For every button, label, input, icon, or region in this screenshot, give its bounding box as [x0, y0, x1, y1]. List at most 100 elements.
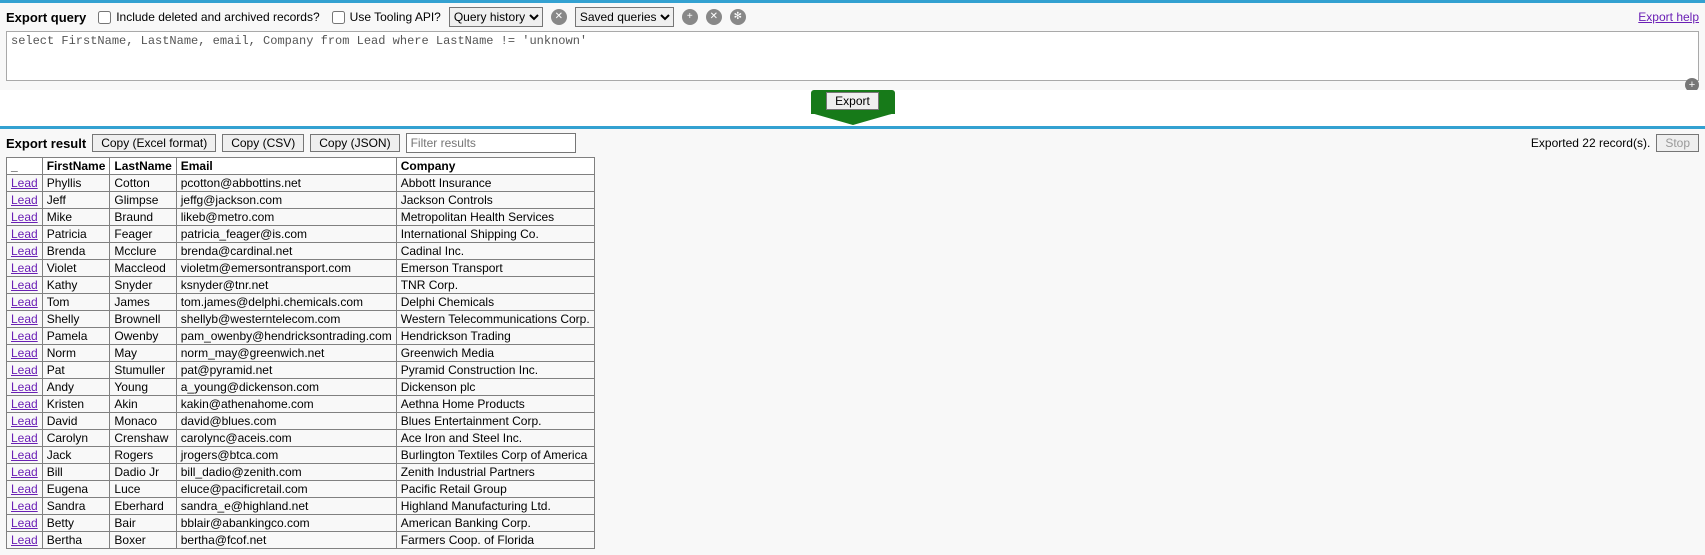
lead-link[interactable]: Lead: [11, 363, 38, 377]
include-deleted-wrap[interactable]: Include deleted and archived records?: [94, 8, 319, 27]
table-cell: Kathy: [42, 277, 110, 294]
table-cell: brenda@cardinal.net: [176, 243, 396, 260]
table-cell: Boxer: [110, 532, 176, 549]
table-row: LeadPatStumullerpat@pyramid.netPyramid C…: [7, 362, 595, 379]
export-button[interactable]: Export: [826, 92, 879, 110]
lead-link[interactable]: Lead: [11, 380, 38, 394]
lead-link[interactable]: Lead: [11, 414, 38, 428]
row-link-cell: Lead: [7, 464, 43, 481]
add-saved-icon[interactable]: +: [682, 9, 698, 25]
row-link-cell: Lead: [7, 243, 43, 260]
export-help-link[interactable]: Export help: [1638, 10, 1699, 24]
table-cell: bertha@fcof.net: [176, 532, 396, 549]
row-link-cell: Lead: [7, 430, 43, 447]
copy-json-button[interactable]: Copy (JSON): [310, 134, 399, 152]
table-header-row: _FirstNameLastNameEmailCompany: [7, 158, 595, 175]
lead-link[interactable]: Lead: [11, 261, 38, 275]
table-cell: norm_may@greenwich.net: [176, 345, 396, 362]
table-cell: david@blues.com: [176, 413, 396, 430]
lead-link[interactable]: Lead: [11, 329, 38, 343]
table-row: LeadAndyYounga_young@dickenson.comDicken…: [7, 379, 595, 396]
row-link-cell: Lead: [7, 447, 43, 464]
table-cell: Young: [110, 379, 176, 396]
clear-history-icon[interactable]: ✕: [551, 9, 567, 25]
use-tooling-wrap[interactable]: Use Tooling API?: [328, 8, 441, 27]
lead-link[interactable]: Lead: [11, 431, 38, 445]
table-row: LeadShellyBrownellshellyb@westerntelecom…: [7, 311, 595, 328]
lead-link[interactable]: Lead: [11, 482, 38, 496]
table-row: LeadDavidMonacodavid@blues.comBlues Ente…: [7, 413, 595, 430]
row-link-cell: Lead: [7, 362, 43, 379]
row-link-cell: Lead: [7, 311, 43, 328]
table-cell: tom.james@delphi.chemicals.com: [176, 294, 396, 311]
copy-excel-button[interactable]: Copy (Excel format): [92, 134, 216, 152]
table-row: LeadSandraEberhardsandra_e@highland.netH…: [7, 498, 595, 515]
lead-link[interactable]: Lead: [11, 227, 38, 241]
table-row: LeadBillDadio Jrbill_dadio@zenith.comZen…: [7, 464, 595, 481]
query-textarea[interactable]: [6, 31, 1699, 81]
lead-link[interactable]: Lead: [11, 210, 38, 224]
table-cell: Mike: [42, 209, 110, 226]
table-cell: Feager: [110, 226, 176, 243]
table-cell: Rogers: [110, 447, 176, 464]
table-cell: Luce: [110, 481, 176, 498]
table-cell: patricia_feager@is.com: [176, 226, 396, 243]
table-row: LeadPamelaOwenbypam_owenby@hendricksontr…: [7, 328, 595, 345]
table-cell: Emerson Transport: [396, 260, 594, 277]
table-cell: Tom: [42, 294, 110, 311]
settings-saved-icon[interactable]: ✻: [730, 9, 746, 25]
table-cell: Eugena: [42, 481, 110, 498]
table-cell: shellyb@westerntelecom.com: [176, 311, 396, 328]
row-link-cell: Lead: [7, 532, 43, 549]
lead-link[interactable]: Lead: [11, 397, 38, 411]
table-cell: American Banking Corp.: [396, 515, 594, 532]
table-cell: Aethna Home Products: [396, 396, 594, 413]
lead-link[interactable]: Lead: [11, 244, 38, 258]
stop-button[interactable]: Stop: [1656, 134, 1699, 152]
table-header-cell: _: [7, 158, 43, 175]
table-cell: David: [42, 413, 110, 430]
table-cell: Greenwich Media: [396, 345, 594, 362]
table-cell: Jack: [42, 447, 110, 464]
table-cell: Metropolitan Health Services: [396, 209, 594, 226]
table-cell: kakin@athenahome.com: [176, 396, 396, 413]
table-cell: a_young@dickenson.com: [176, 379, 396, 396]
table-cell: Kristen: [42, 396, 110, 413]
lead-link[interactable]: Lead: [11, 193, 38, 207]
table-cell: sandra_e@highland.net: [176, 498, 396, 515]
query-history-select[interactable]: Query history: [449, 7, 543, 27]
results-table: _FirstNameLastNameEmailCompany LeadPhyll…: [6, 157, 595, 549]
table-cell: Cadinal Inc.: [396, 243, 594, 260]
lead-link[interactable]: Lead: [11, 533, 38, 547]
table-cell: Brownell: [110, 311, 176, 328]
filter-results-input[interactable]: [406, 133, 576, 153]
table-header-cell: LastName: [110, 158, 176, 175]
table-cell: Highland Manufacturing Ltd.: [396, 498, 594, 515]
lead-link[interactable]: Lead: [11, 346, 38, 360]
row-link-cell: Lead: [7, 396, 43, 413]
lead-link[interactable]: Lead: [11, 312, 38, 326]
lead-link[interactable]: Lead: [11, 499, 38, 513]
export-result-header: Export result Copy (Excel format) Copy (…: [6, 131, 1699, 157]
table-cell: Owenby: [110, 328, 176, 345]
table-cell: pcotton@abbottins.net: [176, 175, 396, 192]
lead-link[interactable]: Lead: [11, 465, 38, 479]
table-cell: likeb@metro.com: [176, 209, 396, 226]
export-result-title: Export result: [6, 136, 86, 151]
table-cell: James: [110, 294, 176, 311]
table-cell: Brenda: [42, 243, 110, 260]
lead-link[interactable]: Lead: [11, 295, 38, 309]
table-cell: Bill: [42, 464, 110, 481]
table-row: LeadPatriciaFeagerpatricia_feager@is.com…: [7, 226, 595, 243]
lead-link[interactable]: Lead: [11, 176, 38, 190]
remove-saved-icon[interactable]: ✕: [706, 9, 722, 25]
include-deleted-checkbox[interactable]: [98, 11, 111, 24]
lead-link[interactable]: Lead: [11, 448, 38, 462]
lead-link[interactable]: Lead: [11, 516, 38, 530]
row-link-cell: Lead: [7, 226, 43, 243]
copy-csv-button[interactable]: Copy (CSV): [222, 134, 304, 152]
use-tooling-checkbox[interactable]: [332, 11, 345, 24]
saved-queries-select[interactable]: Saved queries: [575, 7, 674, 27]
lead-link[interactable]: Lead: [11, 278, 38, 292]
arrow-down-icon: [811, 113, 895, 125]
